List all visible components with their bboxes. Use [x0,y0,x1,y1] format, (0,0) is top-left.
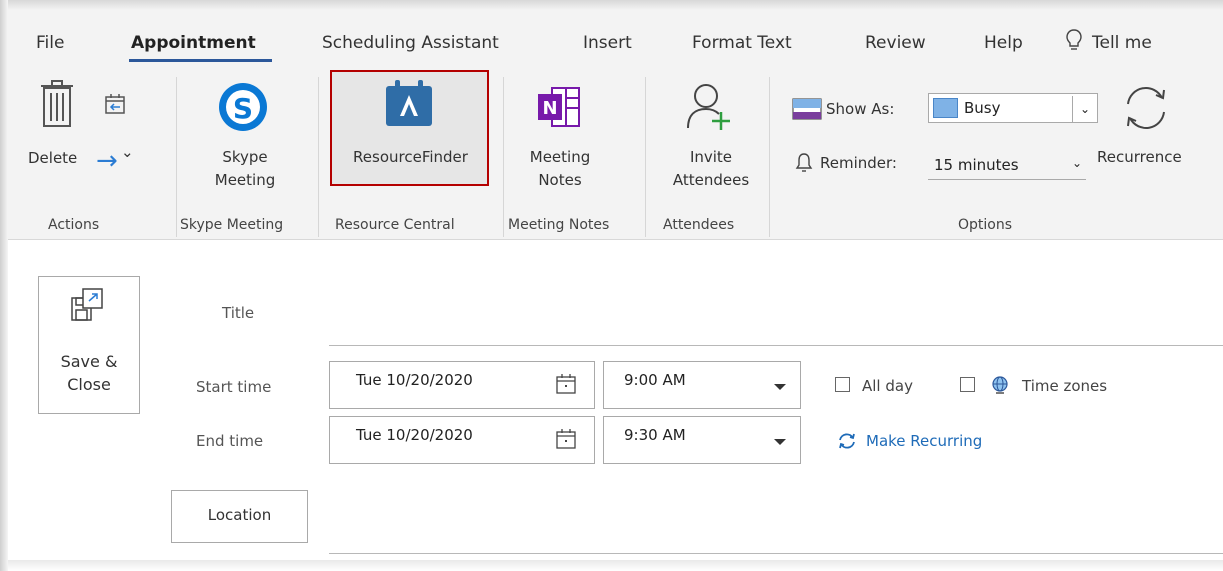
title-label: Title [222,304,255,322]
show-as-chevron-icon[interactable]: ⌄ [1072,96,1097,122]
group-separator [503,77,504,237]
onenote-icon[interactable]: N [536,84,582,130]
time-zones-label: Time zones [1022,377,1108,395]
group-label-actions: Actions [48,217,100,233]
save-close-icon [71,288,103,321]
outlook-appointment-window: File Appointment Scheduling Assistant In… [0,0,1223,571]
group-separator [176,77,177,237]
skype-icon[interactable]: S [216,80,270,134]
start-time-value: 9:00 AM [624,371,686,389]
attendees-label-line2: Attendees [672,171,750,189]
reminder-bell-icon [795,153,813,172]
recurrence-icon[interactable] [1120,82,1172,134]
tab-format-text[interactable]: Format Text [692,33,792,53]
make-recurring-icon[interactable] [836,430,858,452]
time-zones-checkbox[interactable] [960,377,975,392]
tab-scheduling-assistant[interactable]: Scheduling Assistant [322,33,499,53]
tab-help[interactable]: Help [984,33,1023,53]
calendar-picker-icon[interactable] [555,373,577,395]
delete-button-label[interactable]: Delete [28,147,77,170]
save-close-label-line2: Close [67,375,111,394]
end-time-label: End time [196,432,264,450]
group-label-meeting-notes: Meeting Notes [508,217,610,233]
end-date-value: Tue 10/20/2020 [356,426,473,444]
location-label: Location [207,506,272,524]
group-separator [318,77,319,237]
resourcefinder-icon[interactable] [385,80,433,128]
active-tab-indicator [129,59,272,62]
left-shadow [0,0,8,571]
delete-trash-icon[interactable] [40,80,74,128]
lightbulb-icon[interactable] [1065,28,1083,52]
show-as-icon [792,98,822,120]
calendar-picker-icon[interactable] [555,428,577,450]
group-label-skype-meeting: Skype Meeting [180,217,284,233]
top-shadow [0,0,1223,10]
tab-tell-me[interactable]: Tell me [1092,33,1152,53]
busy-swatch [933,98,958,118]
recurrence-button[interactable]: Recurrence [1097,146,1182,169]
group-label-resource-central: Resource Central [335,217,455,233]
location-input[interactable] [329,553,1223,554]
all-day-checkbox[interactable] [835,377,850,392]
tab-insert[interactable]: Insert [583,33,632,53]
bottom-shadow [0,560,1223,571]
globe-icon [992,376,1008,394]
start-date-value: Tue 10/20/2020 [356,371,473,389]
svg-text:N: N [542,98,557,119]
all-day-label: All day [862,377,913,395]
show-as-value: Busy [964,99,1001,117]
reminder-value: 15 minutes [934,156,1019,174]
reminder-chevron-icon[interactable]: ⌄ [1072,156,1082,170]
save-close-label-line1: Save & [60,352,118,371]
notes-label-line1: Meeting [529,148,591,166]
skype-label-line1: Skype [222,148,268,166]
end-time-value: 9:30 AM [624,426,686,444]
attendees-label-line1: Invite [689,148,733,166]
skype-meeting-button[interactable]: Skype Meeting [208,146,282,192]
end-time-dropdown-icon[interactable] [773,438,787,446]
save-close-label: Save & Close [54,350,124,396]
resourcefinder-button[interactable]: ResourceFinder [338,146,483,169]
tab-review[interactable]: Review [865,33,926,53]
make-recurring-link[interactable]: Make Recurring [866,432,982,450]
forward-chevron-icon[interactable]: ⌄ [121,141,134,164]
tab-file[interactable]: File [36,33,64,53]
start-time-label: Start time [196,378,272,396]
title-input[interactable] [329,345,1223,346]
meeting-notes-button[interactable]: Meeting Notes [523,146,597,192]
group-label-options: Options [958,217,1013,233]
group-separator [645,77,646,237]
svg-text:S: S [233,92,253,125]
forward-arrow-icon[interactable]: → [96,147,118,175]
tab-appointment[interactable]: Appointment [131,33,256,53]
reminder-label: Reminder: [820,154,897,172]
skype-label-line2: Meeting [214,171,276,189]
invite-attendees-icon[interactable] [686,82,738,134]
show-as-label: Show As: [826,100,895,118]
start-time-dropdown-icon[interactable] [773,383,787,391]
calendar-move-icon[interactable] [104,93,126,115]
group-label-attendees: Attendees [663,217,735,233]
group-separator [769,77,770,237]
invite-attendees-button[interactable]: Invite Attendees [668,146,754,192]
notes-label-line2: Notes [538,171,582,189]
